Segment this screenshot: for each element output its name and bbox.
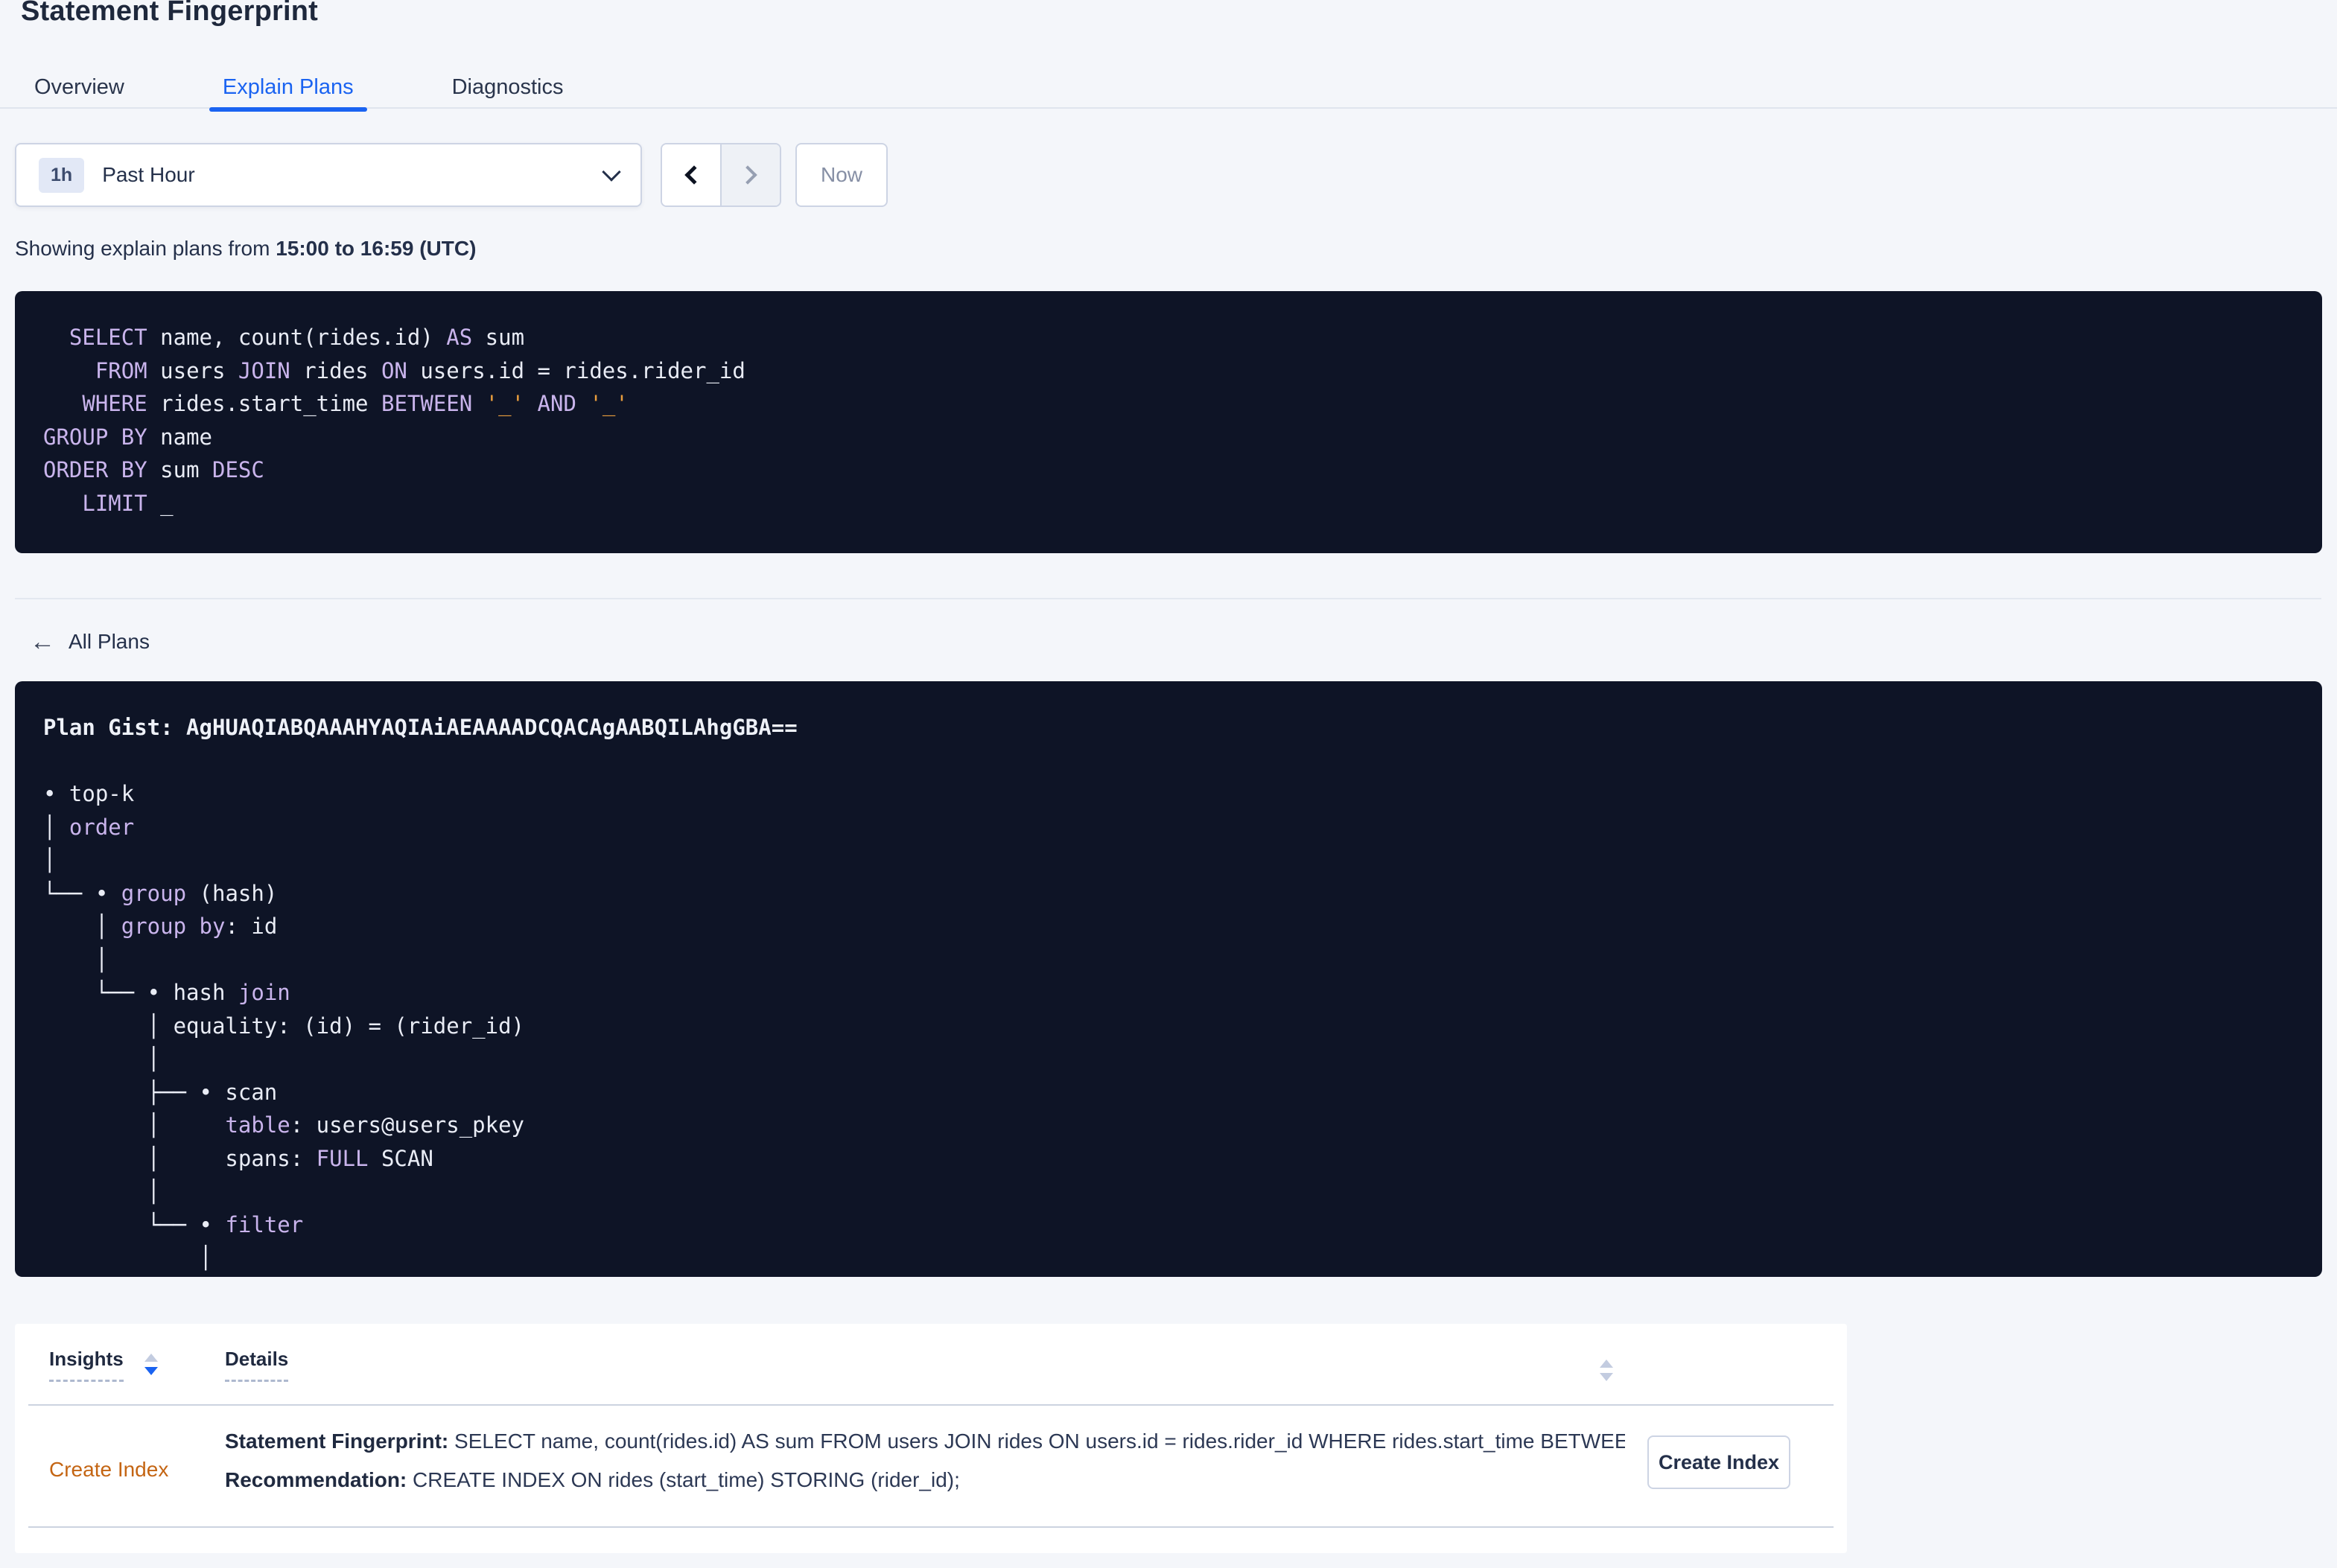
page-title: Statement Fingerprint	[21, 0, 319, 27]
plan-gist-tree: Plan Gist: AgHUAQIABQAAAHYAQIAiAEAAAADCQ…	[43, 715, 798, 1270]
interval-badge: 1h	[39, 157, 85, 193]
time-range-label: Past Hour	[102, 163, 195, 186]
fingerprint-text: SELECT name, count(rides.id) AS sum FROM…	[454, 1430, 1625, 1453]
tab-explain-plans[interactable]: Explain Plans	[209, 66, 367, 112]
column-label: Insights	[49, 1348, 124, 1382]
previous-range-button[interactable]	[662, 144, 720, 205]
all-plans-back-link[interactable]: ← All Plans	[30, 629, 150, 654]
fingerprint-label: Statement Fingerprint:	[225, 1430, 449, 1453]
recommendation-label: Recommendation:	[225, 1468, 407, 1491]
column-label: Details	[225, 1348, 289, 1382]
chevron-right-icon	[738, 165, 757, 185]
insight-details-cell: Statement Fingerprint: SELECT name, coun…	[225, 1428, 1625, 1505]
recommendation-text: CREATE INDEX ON rides (start_time) STORI…	[413, 1468, 960, 1491]
tab-label: Diagnostics	[451, 74, 564, 99]
section-divider	[15, 598, 2321, 599]
sort-asc-icon	[1600, 1360, 1613, 1368]
insight-type-link[interactable]: Create Index	[49, 1458, 168, 1482]
time-range-pager	[661, 143, 781, 207]
all-plans-label: All Plans	[69, 630, 150, 653]
sort-icons	[144, 1354, 158, 1375]
table-header-divider	[28, 1404, 1834, 1406]
tab-label: Explain Plans	[222, 74, 354, 99]
column-header-insights[interactable]: Insights	[49, 1348, 158, 1382]
next-range-button[interactable]	[720, 144, 780, 205]
plan-gist-card: Plan Gist: AgHUAQIABQAAAHYAQIAiAEAAAADCQ…	[15, 681, 2322, 1277]
now-button[interactable]: Now	[795, 143, 888, 207]
sort-asc-icon	[144, 1354, 158, 1362]
tab-label: Overview	[34, 74, 124, 99]
chevron-down-icon	[602, 162, 621, 182]
sort-desc-icon	[1600, 1373, 1613, 1381]
statement-sql-card: SELECT name, count(rides.id) AS sum FROM…	[15, 291, 2322, 553]
table-row-divider	[28, 1526, 1834, 1528]
sort-desc-icon	[144, 1367, 158, 1375]
create-index-button[interactable]: Create Index	[1647, 1435, 1790, 1489]
chevron-left-icon	[684, 165, 704, 185]
fingerprint-line: Statement Fingerprint: SELECT name, coun…	[225, 1428, 1625, 1455]
showing-range-text: Showing explain plans from 15:00 to 16:5…	[15, 237, 476, 261]
tab-diagnostics[interactable]: Diagnostics	[439, 66, 577, 109]
tab-bar: Overview Explain Plans Diagnostics	[21, 66, 648, 112]
recommendation-line: Recommendation: CREATE INDEX ON rides (s…	[225, 1467, 1625, 1494]
tab-overview[interactable]: Overview	[21, 66, 138, 109]
statement-sql-code: SELECT name, count(rides.id) AS sum FROM…	[43, 325, 745, 516]
column-header-details[interactable]: Details	[225, 1348, 289, 1382]
arrow-left-icon: ←	[30, 628, 55, 656]
sort-icons[interactable]	[1600, 1360, 1613, 1381]
showing-range: 15:00 to 16:59 (UTC)	[276, 237, 477, 260]
time-range-dropdown[interactable]: 1h Past Hour	[15, 143, 642, 207]
showing-prefix: Showing explain plans from	[15, 237, 270, 260]
insights-table: Insights Details Create Index Statement …	[15, 1324, 1847, 1553]
